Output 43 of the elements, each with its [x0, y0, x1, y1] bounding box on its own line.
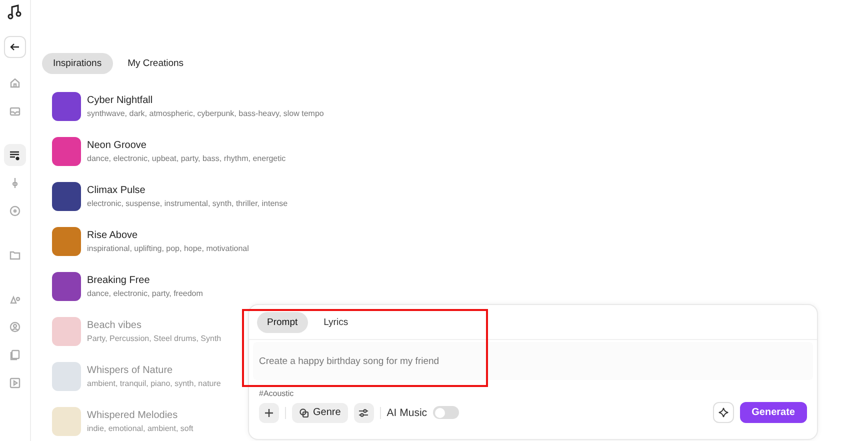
song-tags: electronic, suspense, instrumental, synth, thriller, intense — [87, 199, 288, 208]
prompt-field[interactable]: Create a happy birthday song for my friend — [253, 342, 813, 380]
composer-tab[interactable]: Prompt — [257, 312, 308, 333]
song-tags: synthwave, dark, atmospheric, cyberpunk, bass-heavy, slow tempo — [87, 109, 324, 118]
shapes-icon — [9, 293, 21, 305]
tab[interactable]: My Creations — [116, 53, 195, 74]
disc-icon — [9, 205, 21, 217]
copy-icon — [9, 349, 21, 361]
video-icon — [9, 377, 21, 389]
song-tags: indie, emotional, ambient, soft — [87, 424, 194, 433]
song-title[interactable]: Neon Groove — [87, 140, 286, 151]
add-button[interactable] — [259, 402, 279, 422]
plus-icon — [264, 408, 274, 418]
folder-icon — [9, 249, 21, 261]
song-title[interactable]: Climax Pulse — [87, 185, 288, 196]
song-tags: dance, electronic, upbeat, party, bass, rhythm, energetic — [87, 154, 286, 163]
song-tags: ambient, tranquil, piano, synth, nature — [87, 379, 221, 388]
song-title[interactable]: Cyber Nightfall — [87, 95, 324, 106]
sliders-icon — [358, 408, 370, 418]
sparkle-button[interactable] — [712, 402, 734, 423]
song-title[interactable]: Breaking Free — [87, 275, 203, 286]
music-notes-logo — [7, 4, 23, 20]
generate-button[interactable]: Generate — [740, 402, 807, 423]
ai-music-label: AI Music — [386, 406, 428, 418]
song-tags: Party, Percussion, Steel drums, Synth — [87, 334, 222, 343]
home-icon — [9, 77, 21, 89]
back-arrow-icon — [9, 41, 21, 53]
sparkle-icon — [718, 407, 729, 418]
settings-sliders-button[interactable] — [354, 402, 374, 422]
user-icon — [9, 321, 21, 333]
ai-music-toggle[interactable] — [433, 406, 460, 419]
playlist-button[interactable] — [4, 144, 26, 166]
genre-button[interactable]: Genre — [292, 402, 348, 422]
playlist-icon — [9, 149, 21, 161]
song-tags: inspirational, uplifting, pop, hope, motivational — [87, 244, 249, 253]
back-button[interactable] — [4, 36, 26, 58]
composer-tab[interactable]: Lyrics — [314, 312, 358, 333]
song-title[interactable]: Rise Above — [87, 230, 249, 241]
inbox-icon — [9, 105, 21, 117]
song-tags: dance, electronic, party, freedom — [87, 289, 203, 298]
overlap-shapes-icon — [299, 408, 309, 418]
style-tag: #Acoustic — [259, 389, 817, 398]
tab[interactable]: Inspirations — [42, 53, 113, 74]
